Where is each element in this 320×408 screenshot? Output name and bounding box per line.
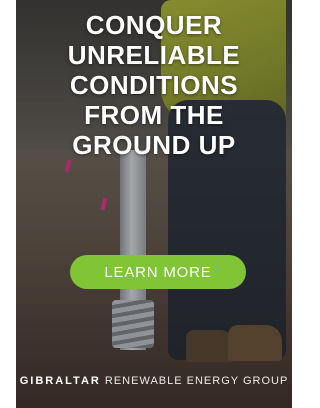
headline-line: CONDITIONS xyxy=(69,70,239,100)
headline-line: FROM THE xyxy=(84,100,224,130)
headline-line: CONQUER xyxy=(85,10,223,40)
headline-line: UNRELIABLE xyxy=(67,40,241,70)
learn-more-button[interactable]: LEARN MORE xyxy=(70,255,246,289)
ad-headline: CONQUER UNRELIABLE CONDITIONS FROM THE G… xyxy=(16,10,292,160)
brand-name: GIBRALTAR xyxy=(19,375,101,387)
brand-tagline: RENEWABLE ENERGY GROUP xyxy=(104,375,289,387)
brand-logo: GIBRALTAR RENEWABLE ENERGY GROUP xyxy=(16,375,292,387)
gibraltar-ad-banner[interactable]: CONQUER UNRELIABLE CONDITIONS FROM THE G… xyxy=(16,0,292,408)
headline-line: GROUND UP xyxy=(72,130,236,160)
